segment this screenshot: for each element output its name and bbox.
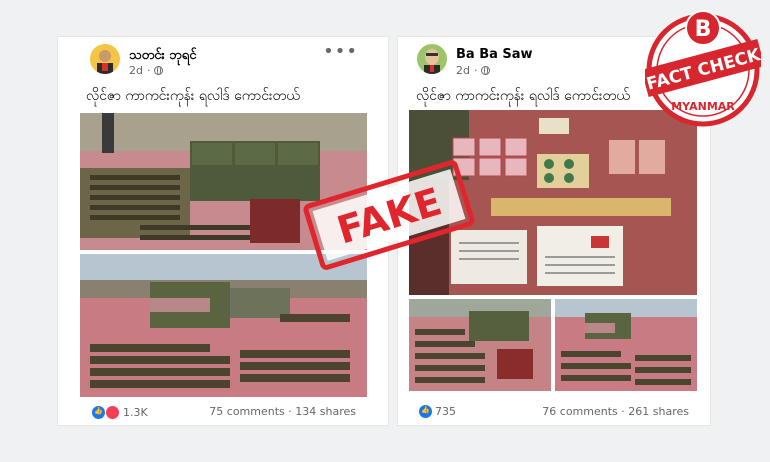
post-caption: လိုင်ဇာ ကာကင်းကုန်း ရလါဒ် ကောင်းတယ် [86,88,300,104]
post-photo-bottom[interactable] [80,254,367,397]
comments-count[interactable]: 75 comments [209,405,285,418]
engagement-stats: 75 comments · 134 shares [209,405,356,418]
globe-icon [154,66,164,75]
post-time[interactable]: 2d [129,64,143,77]
comments-count[interactable]: 76 comments [542,405,618,418]
badge-subtitle: MYANMAR [671,100,735,113]
like-icon [92,406,105,419]
post-meta: 2d · [129,64,164,77]
fact-check-badge: B FACT CHECK MYANMAR [641,4,765,130]
reaction-count: 735 [435,405,456,418]
love-icon [105,405,120,420]
reaction-summary[interactable]: 1.3K [92,405,148,420]
shares-count[interactable]: 261 shares [628,405,689,418]
avatar[interactable] [90,44,120,74]
more-options-button[interactable]: ••• [323,41,358,62]
shares-count[interactable]: 134 shares [295,405,356,418]
post-time[interactable]: 2d [456,64,470,77]
post-photo-bottom-left[interactable] [409,299,551,391]
reaction-count: 1.3K [123,406,148,419]
post-meta: 2d · [456,64,491,77]
reaction-summary[interactable]: 735 [419,405,456,418]
avatar[interactable] [417,44,447,74]
engagement-stats: 76 comments · 261 shares [542,405,689,418]
badge-letter: B [695,17,712,42]
post-photo-bottom-right[interactable] [555,299,697,391]
like-icon [419,405,432,418]
post-caption: လိုင်ဇာ ကာကင်းကုန်း ရလါဒ် ကောင်းတယ် [416,88,630,104]
globe-icon [481,66,491,75]
post-author[interactable]: Ba Ba Saw [456,47,533,62]
